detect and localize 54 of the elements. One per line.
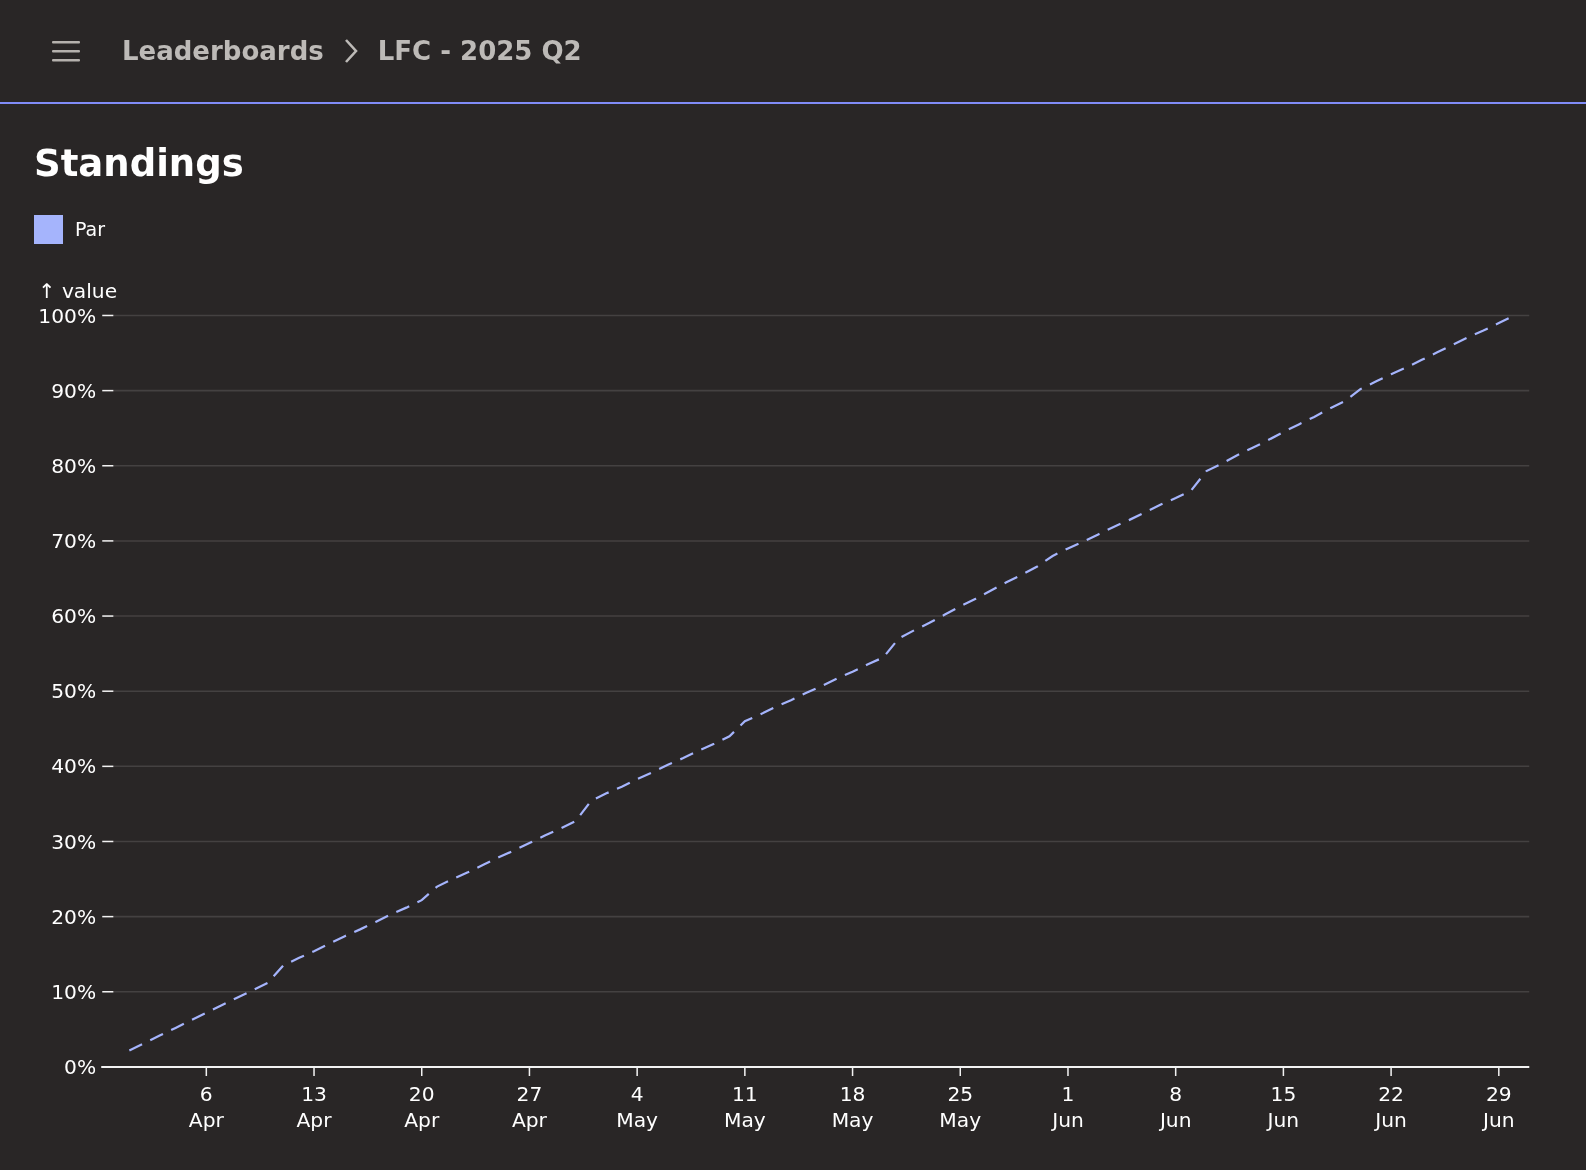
x-tick-label: 4 May bbox=[616, 1082, 659, 1132]
y-tick-label: 10% bbox=[51, 979, 97, 1004]
x-tick-label: 22 Jun bbox=[1375, 1082, 1407, 1132]
y-axis-label: ↑ value bbox=[38, 279, 118, 304]
x-tick-label: 8 Jun bbox=[1159, 1082, 1192, 1132]
x-tick bbox=[313, 1066, 315, 1077]
x-tick-label: 27 Apr bbox=[511, 1082, 547, 1132]
y-tick-label: 100% bbox=[38, 303, 97, 328]
y-tick-label: 70% bbox=[51, 529, 97, 553]
x-tick-label: 25 May bbox=[939, 1082, 982, 1132]
y-tick-label: 80% bbox=[51, 453, 97, 478]
x-tick-label: 1 Jun bbox=[1052, 1082, 1084, 1132]
x-tick bbox=[1174, 1066, 1177, 1077]
y-tick-label: 40% bbox=[51, 754, 97, 779]
y-tick-label: 60% bbox=[51, 604, 97, 629]
x-tick-label: 11 May bbox=[723, 1082, 766, 1132]
x-tick bbox=[1282, 1066, 1285, 1077]
y-tick-label: 90% bbox=[51, 378, 97, 403]
y-tick bbox=[101, 991, 115, 993]
y-tick-label: 0% bbox=[64, 1055, 97, 1079]
x-tick bbox=[205, 1066, 208, 1077]
y-tick bbox=[101, 840, 115, 843]
y-tick bbox=[101, 690, 115, 692]
y-tick bbox=[101, 915, 115, 918]
y-tick bbox=[101, 615, 115, 617]
y-tick-label: 20% bbox=[51, 904, 97, 929]
x-tick-label: 18 May bbox=[831, 1082, 874, 1132]
chevron-right-icon bbox=[343, 38, 358, 64]
y-tick-label: 50% bbox=[51, 679, 97, 704]
page-title: Standings bbox=[34, 141, 245, 187]
x-tick-label: 20 Apr bbox=[404, 1082, 440, 1132]
x-tick bbox=[851, 1066, 854, 1077]
x-tick bbox=[1498, 1066, 1500, 1077]
breadcrumb-link[interactable]: LFC - 2025 Q2 bbox=[377, 36, 582, 66]
x-tick-label: 13 Apr bbox=[296, 1082, 332, 1132]
y-tick bbox=[101, 765, 115, 768]
legend-label: Par bbox=[75, 218, 106, 240]
x-tick bbox=[1390, 1066, 1392, 1077]
breadcrumb-link[interactable]: Leaderboards bbox=[122, 36, 324, 66]
y-tick bbox=[101, 465, 115, 467]
x-tick-label: 15 Jun bbox=[1267, 1082, 1300, 1132]
x-tick-label: 29 Jun bbox=[1483, 1082, 1515, 1132]
x-tick bbox=[959, 1066, 962, 1077]
x-tick-label: 6 Apr bbox=[188, 1082, 224, 1132]
x-tick bbox=[528, 1066, 531, 1077]
x-tick bbox=[744, 1066, 746, 1077]
x-tick bbox=[1067, 1066, 1069, 1077]
x-tick bbox=[636, 1066, 638, 1077]
y-tick bbox=[101, 314, 115, 317]
y-tick bbox=[101, 389, 115, 392]
menu-icon[interactable] bbox=[52, 40, 80, 62]
x-tick bbox=[420, 1066, 423, 1077]
y-tick bbox=[101, 540, 115, 542]
y-tick-label: 30% bbox=[51, 829, 97, 854]
